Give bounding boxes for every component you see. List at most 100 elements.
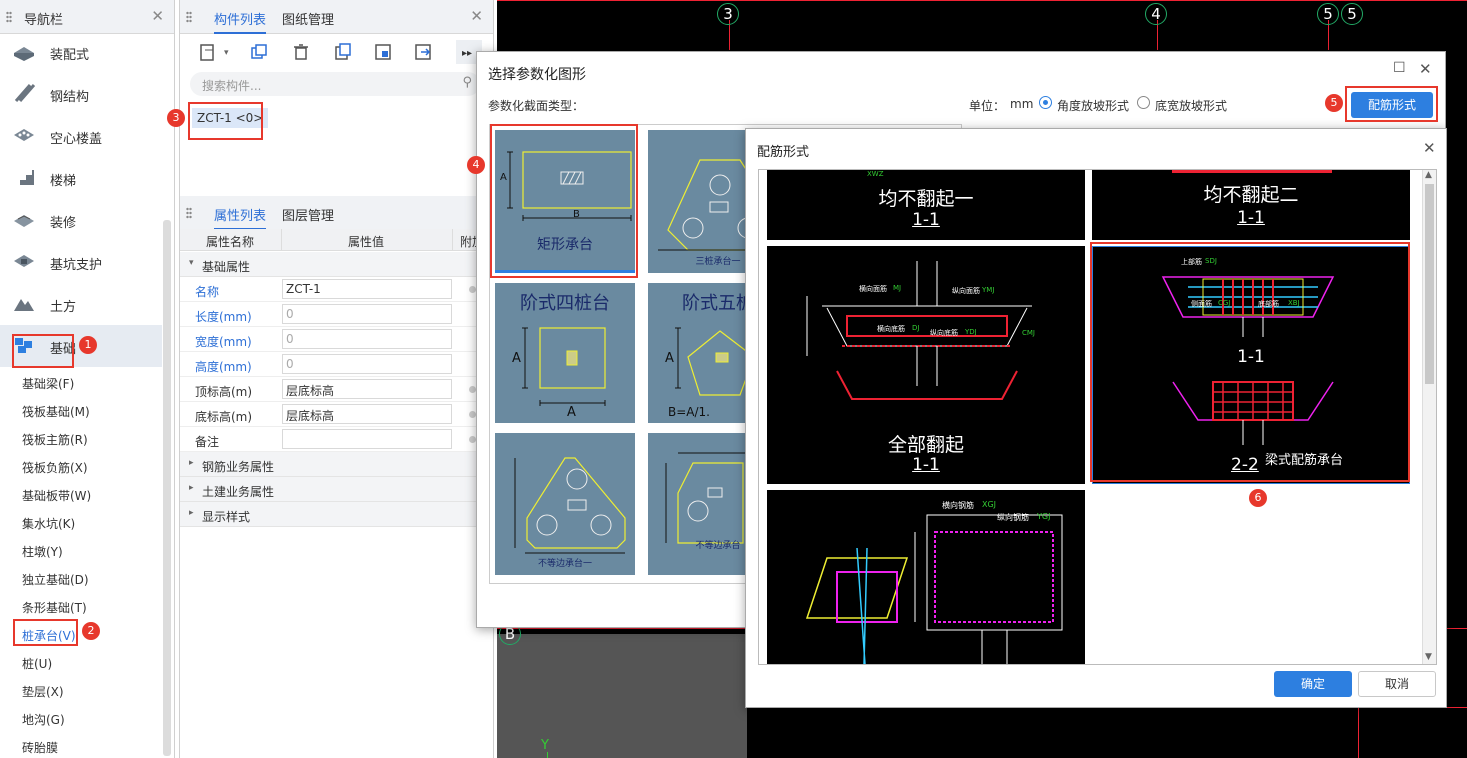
nav-scrollbar[interactable] <box>163 220 171 756</box>
option-dot-icon[interactable] <box>469 386 476 393</box>
tab-drawing-manage[interactable]: 图纸管理 <box>282 0 334 34</box>
group-collapsed[interactable]: ▸ 土建业务属性 <box>180 477 480 502</box>
rebar-code: YMJ <box>982 286 995 294</box>
nav-item-3[interactable]: 楼梯 <box>0 157 162 199</box>
nav-item-0[interactable]: 装配式 <box>0 31 162 73</box>
nav-subitem-10[interactable]: 桩(U) <box>22 655 52 672</box>
rebar-cell-side-rebar[interactable]: 横向钢筋 XGJ 纵向钢筋 YGJ <box>767 490 1085 664</box>
new-component-icon[interactable] <box>194 40 220 64</box>
rebar-label: 横向面筋 <box>859 285 887 293</box>
step-marker-4: 4 <box>467 156 485 174</box>
close-icon[interactable]: ✕ <box>1419 60 1432 78</box>
nav-subitem-3[interactable]: 筏板负筋(X) <box>22 459 88 476</box>
rebar-code: YDJ <box>965 328 977 336</box>
nav-subitem-13[interactable]: 砖胎膜 <box>22 739 58 756</box>
ok-button[interactable]: 确定 <box>1274 671 1352 697</box>
scroll-thumb[interactable] <box>1425 184 1434 384</box>
group-collapsed[interactable]: ▸ 显示样式 <box>180 502 480 527</box>
copy-icon[interactable] <box>246 40 272 64</box>
svg-text:▸▸: ▸▸ <box>462 48 472 59</box>
dialog-title: 选择参数化图形 <box>488 67 586 83</box>
expand-icon[interactable]: ▸ <box>189 508 194 518</box>
radio-angle[interactable] <box>1039 96 1052 109</box>
rebar-cell-all-bend[interactable]: 横向面筋 MJ 纵向面筋 YMJ 横向底筋 DJ 纵向底筋 YDJ CMJ 全部… <box>767 246 1085 484</box>
search-input[interactable]: 搜索构件... ⚲ <box>190 72 480 96</box>
expand-icon[interactable]: ▸ <box>189 458 194 468</box>
property-header: 属性列表 图层管理 <box>180 196 493 230</box>
radio-bottom-width-label[interactable]: 底宽放坡形式 <box>1155 97 1227 114</box>
property-key: 备注 <box>195 435 220 449</box>
property-value[interactable] <box>282 429 452 449</box>
nav-subitem-5[interactable]: 集水坑(K) <box>22 515 75 532</box>
group-collapsed[interactable]: ▸ 钢筋业务属性 <box>180 452 480 477</box>
search-icon[interactable]: ⚲ <box>462 75 472 90</box>
import-icon[interactable] <box>370 40 396 64</box>
scroll-down-icon[interactable]: ▼ <box>1425 652 1432 662</box>
drag-grip-icon[interactable] <box>186 11 192 23</box>
delete-icon[interactable] <box>288 40 314 64</box>
cancel-button[interactable]: 取消 <box>1358 671 1436 697</box>
cell-name: 均不翻起一 <box>878 188 974 210</box>
nav-subitem-6[interactable]: 柱墩(Y) <box>22 543 63 560</box>
highlight-beam-cell <box>1090 242 1410 482</box>
nav-subitem-8[interactable]: 条形基础(T) <box>22 599 87 616</box>
option-dot-icon[interactable] <box>469 411 476 418</box>
rebar-cell-no-bend-1[interactable]: 均不翻起一 1-1 XWZ <box>767 170 1085 240</box>
tab-property-list[interactable]: 属性列表 <box>214 196 267 230</box>
collapse-icon[interactable]: ▾ <box>189 258 194 268</box>
property-value[interactable]: ZCT-1 <box>282 279 452 299</box>
nav-item-2[interactable]: 空心楼盖 <box>0 115 162 157</box>
tab-layer-manage[interactable]: 图层管理 <box>282 196 334 230</box>
option-dot-icon[interactable] <box>469 286 476 293</box>
nav-item-4[interactable]: 装修 <box>0 199 162 241</box>
drag-grip-icon[interactable] <box>186 207 192 219</box>
close-icon[interactable]: ✕ <box>151 7 164 25</box>
dropdown-chevron-icon[interactable]: ▾ <box>224 48 229 58</box>
close-icon[interactable]: ✕ <box>1423 139 1436 157</box>
rebar-code: MJ <box>893 284 902 292</box>
property-key: 顶标高(m) <box>195 385 253 399</box>
drag-grip-icon[interactable] <box>6 11 12 23</box>
property-value[interactable]: 层底标高 <box>282 379 452 399</box>
rebar-cell-no-bend-2[interactable]: 均不翻起二 1-1 <box>1092 170 1410 240</box>
axis-y-label: Y <box>541 738 549 753</box>
nav-subitem-2[interactable]: 筏板主筋(R) <box>22 431 88 448</box>
group-base-props[interactable]: ▾ 基础属性 <box>180 252 480 277</box>
dim-ba: B=A/1. <box>668 405 710 419</box>
property-row: 底标高(m) 层底标高 <box>180 402 480 427</box>
property-value[interactable]: 0 <box>282 354 452 374</box>
highlight-rebar-button <box>1345 86 1438 122</box>
group-label: 基础属性 <box>202 260 251 274</box>
property-value[interactable]: 0 <box>282 329 452 349</box>
tab-component-list[interactable]: 构件列表 <box>214 0 267 34</box>
nav-item-5[interactable]: 基坑支护 <box>0 241 162 283</box>
expand-icon[interactable]: ▸ <box>189 483 194 493</box>
maximize-icon[interactable]: ☐ <box>1393 60 1406 76</box>
thumb-uneven-cap-1[interactable]: 不等边承台一 <box>495 433 635 575</box>
nav-subitem-4[interactable]: 基础板带(W) <box>22 487 91 504</box>
decoration-icon <box>12 209 36 229</box>
layer-copy-icon[interactable] <box>330 40 356 64</box>
nav-item-1[interactable]: 钢结构 <box>0 73 162 115</box>
col-value: 属性值 <box>348 235 385 249</box>
step-marker-1: 1 <box>79 336 97 354</box>
nav-subitem-7[interactable]: 独立基础(D) <box>22 571 89 588</box>
nav-subitem-12[interactable]: 地沟(G) <box>22 711 65 728</box>
property-value[interactable]: 层底标高 <box>282 404 452 424</box>
property-value[interactable]: 0 <box>282 304 452 324</box>
nav-item-6[interactable]: 土方 <box>0 283 162 325</box>
option-dot-icon[interactable] <box>469 436 476 443</box>
radio-angle-label[interactable]: 角度放坡形式 <box>1057 97 1129 114</box>
nav-subitem-0[interactable]: 基础梁(F) <box>22 375 74 392</box>
export-icon[interactable] <box>410 40 436 64</box>
nav-subitem-11[interactable]: 垫层(X) <box>22 683 64 700</box>
radio-bottom-width[interactable] <box>1137 96 1150 109</box>
nav-subitem-1[interactable]: 筏板基础(M) <box>22 403 90 420</box>
group-label: 钢筋业务属性 <box>202 460 275 474</box>
thumb-step-four-pile[interactable]: 阶式四桩台 A A <box>495 283 635 423</box>
close-icon[interactable]: ✕ <box>470 7 483 25</box>
rebar-scrollbar[interactable]: ▲ ▼ <box>1422 170 1436 664</box>
highlight-pile-cap <box>13 619 78 646</box>
pit-support-icon <box>12 251 36 271</box>
scroll-up-icon[interactable]: ▲ <box>1425 170 1432 180</box>
